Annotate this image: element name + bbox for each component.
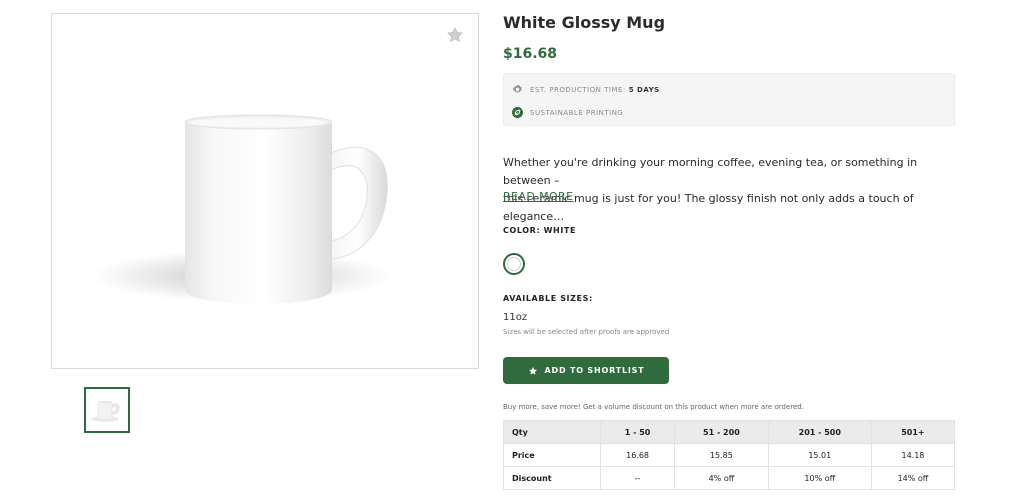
- table-cell: 14% off: [870, 466, 956, 490]
- table-header-cell: 501+: [870, 420, 956, 444]
- product-price: $16.68: [503, 46, 558, 62]
- description-line-1: Whether you're drinking your morning cof…: [503, 156, 918, 187]
- leaf-icon: [512, 107, 523, 118]
- read-more-link[interactable]: READ MORE: [503, 190, 573, 203]
- table-cell: 15.01: [767, 443, 872, 467]
- product-main-image: [51, 13, 479, 369]
- add-to-shortlist-button[interactable]: ADD TO SHORTLIST: [503, 357, 669, 384]
- table-cell: Discount: [503, 466, 601, 490]
- product-thumbnail[interactable]: [84, 387, 130, 433]
- add-to-shortlist-label: ADD TO SHORTLIST: [544, 366, 645, 375]
- sustainable-printing-label: SUSTAINABLE PRINTING: [530, 108, 624, 117]
- table-cell: Price: [503, 443, 601, 467]
- production-info-box: EST. PRODUCTION TIME: 5 DAYS SUSTAINABLE…: [503, 73, 955, 126]
- sustainable-printing-row: SUSTAINABLE PRINTING: [512, 107, 623, 118]
- favorite-star-icon[interactable]: [446, 26, 464, 44]
- mug-thumbnail-image: [91, 401, 120, 422]
- size-value: 11oz: [503, 312, 528, 323]
- table-cell: 15.85: [674, 443, 769, 467]
- color-swatch-white[interactable]: [503, 253, 525, 275]
- table-header-cell: 1 - 50: [599, 420, 676, 444]
- sizes-note: Sizes will be selected after proofs are …: [503, 328, 670, 336]
- available-sizes-label: AVAILABLE SIZES:: [503, 294, 593, 303]
- table-header-cell: Qty: [503, 420, 601, 444]
- table-header-row: Qty 1 - 50 51 - 200 201 - 500 501+: [503, 420, 956, 444]
- gear-icon: [512, 84, 523, 95]
- table-cell: --: [599, 466, 676, 490]
- table-row: Discount -- 4% off 10% off 14% off: [503, 466, 956, 490]
- volume-discount-note: Buy more, save more! Get a volume discou…: [503, 403, 804, 411]
- production-time-row: EST. PRODUCTION TIME: 5 DAYS: [512, 84, 660, 95]
- table-cell: 14.18: [870, 443, 956, 467]
- mug-image: [92, 114, 392, 304]
- production-time-value: 5 DAYS: [628, 85, 660, 94]
- volume-discount-table: Qty 1 - 50 51 - 200 201 - 500 501+ Price…: [503, 420, 956, 490]
- production-time-label: EST. PRODUCTION TIME:: [530, 85, 626, 94]
- star-icon: [528, 366, 538, 376]
- product-title: White Glossy Mug: [503, 13, 666, 32]
- table-cell: 10% off: [767, 466, 872, 490]
- table-cell: 16.68: [599, 443, 676, 467]
- table-header-cell: 201 - 500: [767, 420, 872, 444]
- color-label: COLOR: WHITE: [503, 226, 577, 235]
- table-row: Price 16.68 15.85 15.01 14.18: [503, 443, 956, 467]
- table-cell: 4% off: [674, 466, 769, 490]
- table-header-cell: 51 - 200: [674, 420, 769, 444]
